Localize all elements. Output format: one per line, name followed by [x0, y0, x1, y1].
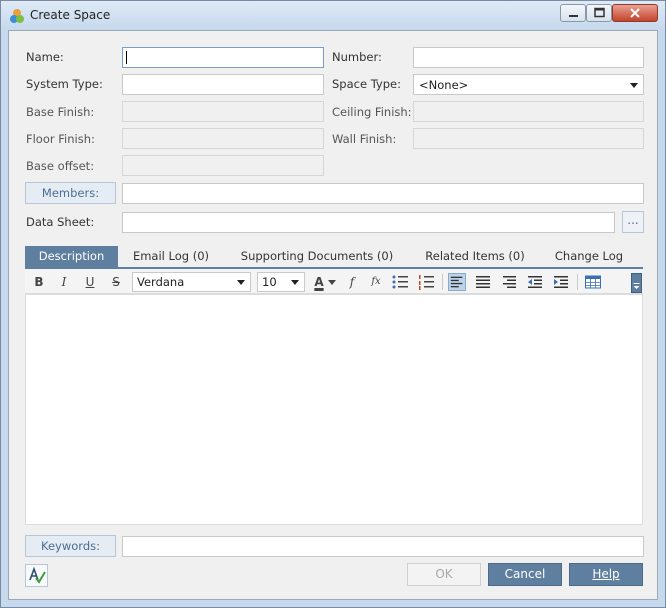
chevron-down-icon — [237, 280, 245, 285]
base-finish-label: Base Finish: — [26, 105, 95, 119]
strikethrough-button[interactable]: S — [107, 273, 125, 291]
number-input[interactable] — [413, 47, 644, 68]
bold-button[interactable]: B — [30, 273, 48, 291]
formula-button[interactable]: f — [343, 273, 361, 291]
space-type-value: <None> — [419, 78, 469, 92]
maximize-icon — [594, 7, 605, 18]
base-finish-input — [122, 101, 324, 122]
data-sheet-input[interactable] — [122, 212, 615, 233]
title-bar[interactable]: Create Space — [1, 1, 665, 29]
font-size-select[interactable]: 10 — [257, 272, 305, 292]
base-offset-label: Base offset: — [26, 159, 95, 173]
font-size-value: 10 — [262, 275, 277, 289]
indent-icon[interactable] — [552, 273, 570, 291]
toolbar-overflow-button[interactable] — [631, 273, 642, 293]
data-sheet-label: Data Sheet: — [26, 215, 95, 229]
tab-related-items[interactable]: Related Items (0) — [410, 246, 540, 267]
toolbar-divider — [442, 274, 443, 290]
tab-email-log[interactable]: Email Log (0) — [118, 246, 224, 267]
window-title: Create Space — [30, 8, 111, 22]
tab-supporting-documents[interactable]: Supporting Documents (0) — [224, 246, 410, 267]
tab-bar: Description Email Log (0) Supporting Doc… — [25, 246, 643, 267]
insert-table-icon[interactable] — [584, 273, 602, 291]
align-right-icon[interactable] — [500, 273, 518, 291]
text-caret — [126, 51, 127, 64]
rich-text-toolbar: B I U S Verdana 10 A f fx — [25, 267, 643, 294]
font-family-value: Verdana — [137, 275, 185, 289]
floor-finish-input — [122, 128, 324, 149]
font-family-select[interactable]: Verdana — [132, 272, 251, 292]
fx-function-button[interactable]: fx — [367, 273, 385, 291]
description-editor[interactable] — [25, 294, 643, 525]
name-label: Name: — [26, 50, 64, 64]
spell-check-icon — [29, 566, 46, 584]
align-left-icon[interactable] — [448, 273, 466, 291]
help-button[interactable]: Help — [569, 563, 643, 586]
align-justify-icon[interactable] — [474, 273, 492, 291]
name-input[interactable] — [122, 47, 324, 68]
ceiling-finish-label: Ceiling Finish: — [332, 105, 412, 119]
wall-finish-input — [413, 128, 644, 149]
members-input[interactable] — [122, 183, 644, 204]
spell-check-button[interactable] — [25, 564, 48, 587]
close-icon — [630, 8, 640, 18]
number-label: Number: — [332, 50, 382, 64]
numbered-list-icon[interactable] — [417, 273, 435, 291]
minimize-button[interactable] — [560, 4, 586, 22]
font-color-button[interactable]: A — [311, 273, 327, 291]
ceiling-finish-input — [413, 101, 644, 122]
data-sheet-browse-button[interactable]: ... — [622, 211, 644, 233]
floor-finish-label: Floor Finish: — [26, 132, 95, 146]
italic-button[interactable]: I — [55, 273, 73, 291]
underline-button[interactable]: U — [81, 273, 99, 291]
ok-button[interactable]: OK — [407, 563, 481, 586]
chevron-down-icon — [328, 280, 336, 285]
bulleted-list-icon[interactable] — [391, 273, 409, 291]
minimize-icon — [569, 15, 578, 17]
tab-description[interactable]: Description — [25, 246, 118, 267]
toolbar-divider — [577, 274, 578, 290]
app-logo-icon — [10, 9, 24, 23]
space-type-label: Space Type: — [332, 77, 401, 91]
system-type-input[interactable] — [122, 74, 324, 95]
maximize-button[interactable] — [586, 4, 612, 22]
wall-finish-label: Wall Finish: — [332, 132, 397, 146]
space-type-select[interactable]: <None> — [413, 74, 644, 95]
keywords-button[interactable]: Keywords: — [25, 535, 116, 557]
dialog-body: Name: Number: System Type: Space Type: <… — [8, 30, 658, 600]
base-offset-input — [122, 155, 324, 176]
cancel-button[interactable]: Cancel — [488, 563, 562, 586]
outdent-icon[interactable] — [526, 273, 544, 291]
members-button[interactable]: Members: — [25, 182, 116, 204]
tab-change-log[interactable]: Change Log — [540, 246, 638, 267]
create-space-window: Create Space Name: Number: System Type: … — [0, 0, 666, 608]
chevron-down-icon — [630, 83, 638, 88]
keywords-input[interactable] — [122, 536, 644, 557]
close-button[interactable] — [612, 4, 658, 22]
chevron-down-icon — [291, 280, 299, 285]
system-type-label: System Type: — [26, 77, 103, 91]
chevron-down-icon — [633, 283, 640, 289]
